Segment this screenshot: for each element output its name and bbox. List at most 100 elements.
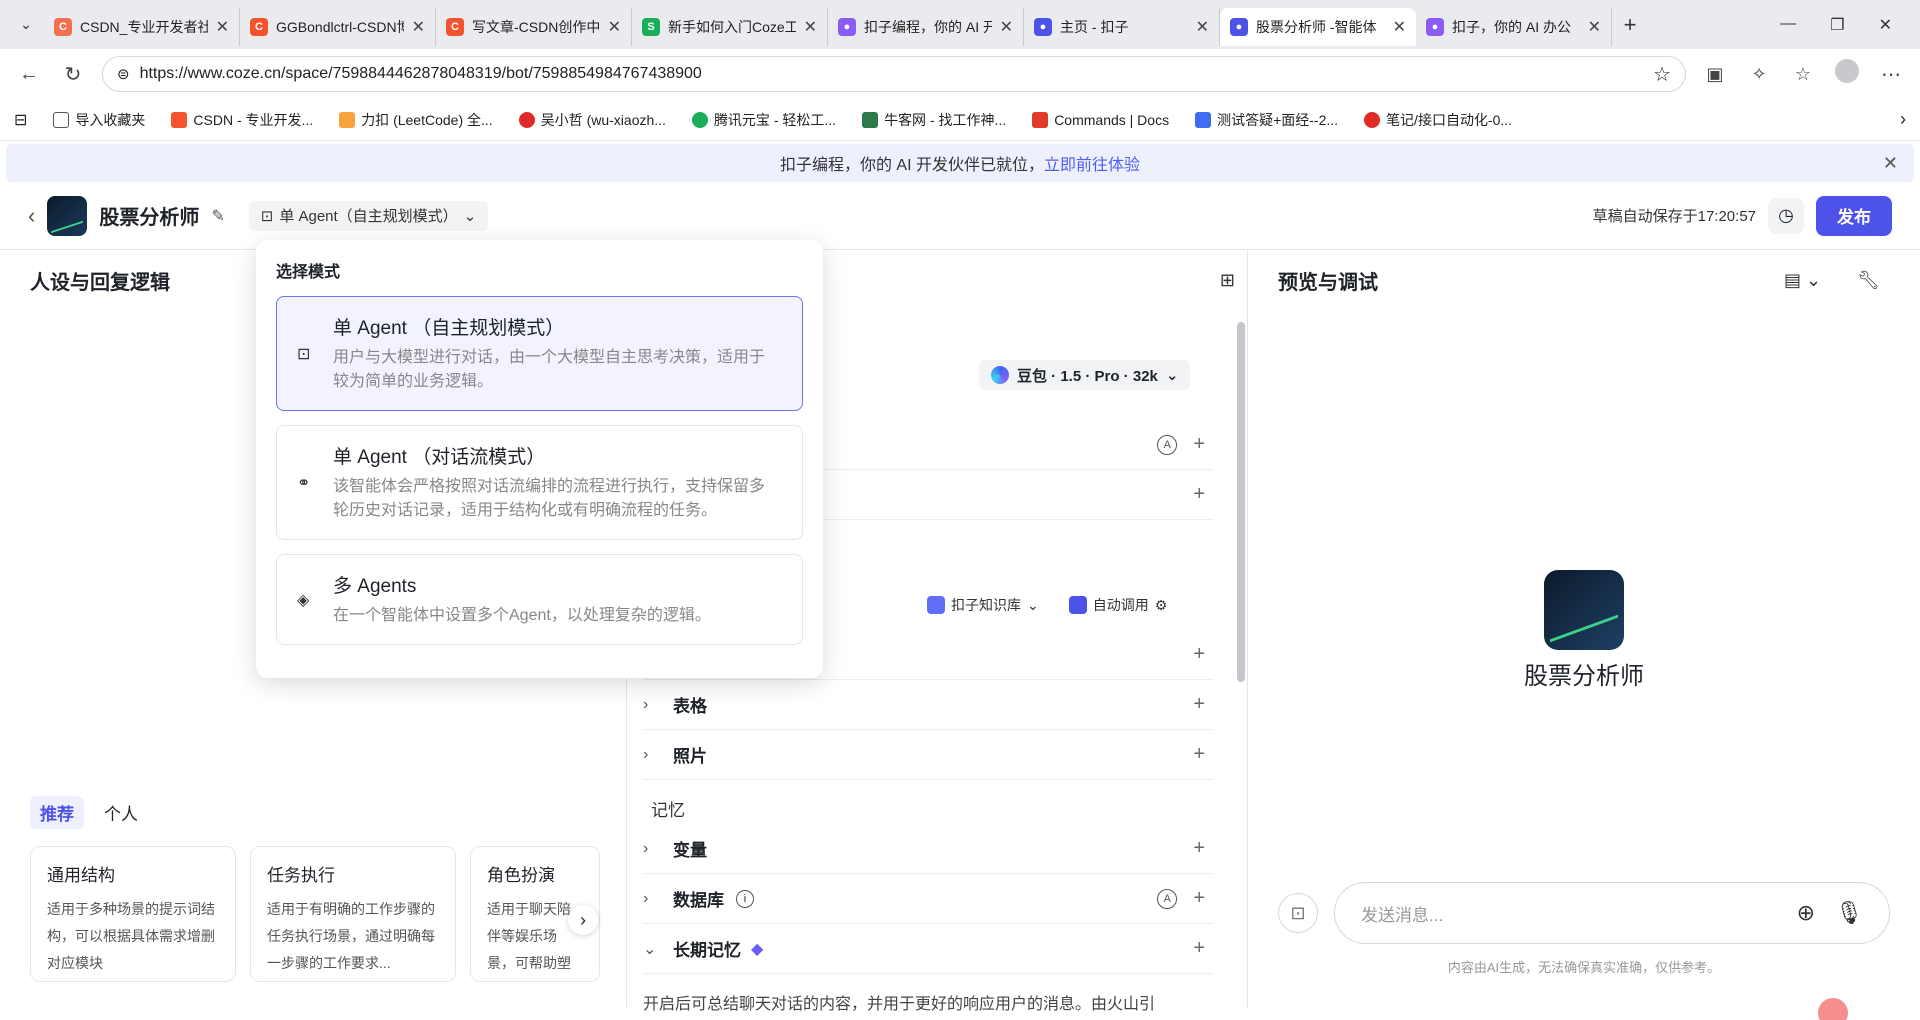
bookmark-item[interactable]: CSDN - 专业开发... bbox=[171, 110, 313, 130]
mode-option-single-agent-flow[interactable]: ⚭ 单 Agent （对话流模式） 该智能体会严格按照对话流编排的流程进行执行，… bbox=[276, 425, 803, 540]
collections-icon[interactable]: ⊟ bbox=[14, 110, 27, 130]
scrollbar[interactable] bbox=[1237, 312, 1245, 1002]
browser-tab[interactable]: ● 扣子，你的 AI 办公 ✕ bbox=[1416, 7, 1612, 46]
auto-icon[interactable]: A bbox=[1157, 888, 1178, 909]
close-tab-icon[interactable]: ✕ bbox=[608, 17, 621, 37]
favorite-star-icon[interactable]: ☆ bbox=[1653, 62, 1671, 87]
preview-bot-card: 股票分析师 bbox=[1248, 570, 1920, 691]
new-tab-plus-icon[interactable]: + bbox=[1612, 7, 1648, 43]
add-circle-icon[interactable]: ⊕ bbox=[1797, 900, 1815, 926]
browser-tab[interactable]: ●扣子编程，你的 AI 开发伙伴✕ bbox=[828, 7, 1024, 46]
microphone-icon[interactable]: 🎙︎ bbox=[1835, 900, 1863, 926]
kb-source-selector[interactable]: 扣子知识库 ⌄ bbox=[927, 595, 1039, 615]
close-tab-icon[interactable]: ✕ bbox=[804, 17, 817, 37]
chat-input[interactable]: 发送消息... ⊕ 🎙︎ bbox=[1334, 882, 1890, 944]
browser-tab[interactable]: CCSDN_专业开发者社区✕ bbox=[44, 7, 240, 46]
browser-tab[interactable]: ● 主页 - 扣子 ✕ bbox=[1024, 7, 1220, 46]
add-plus-icon[interactable]: + bbox=[1193, 433, 1205, 456]
model-selector[interactable]: 豆包 · 1.5 · Pro · 32k ⌄ bbox=[979, 360, 1191, 390]
toolbox-icon[interactable]: ⊡ bbox=[1278, 893, 1318, 933]
tab-personal[interactable]: 个人 bbox=[104, 796, 138, 829]
publish-button[interactable]: 发布 bbox=[1816, 195, 1892, 236]
browser-tab[interactable]: C写文章-CSDN创作中心✕ bbox=[436, 7, 632, 46]
add-plus-icon[interactable]: + bbox=[1193, 743, 1205, 766]
longterm-memory-desc: 开启后可总结聊天对话的内容，并用于更好的响应用户的消息。由火山引 bbox=[643, 996, 1156, 1013]
extension-icon[interactable]: ▣ bbox=[1700, 64, 1730, 85]
wrench-icon[interactable]: 🔧︎ bbox=[1857, 270, 1880, 291]
close-tab-icon[interactable]: ✕ bbox=[1588, 17, 1601, 37]
promo-banner: 扣子编程，你的 AI 开发伙伴已就位， 立即前往体验 ✕ bbox=[6, 144, 1914, 182]
mode-selector[interactable]: ⊡ 单 Agent（自主规划模式） ⌄ bbox=[248, 200, 489, 231]
scrollbar-thumb[interactable] bbox=[1237, 322, 1245, 682]
bookmark-item[interactable]: 笔记/接口自动化-0... bbox=[1364, 110, 1512, 130]
auto-icon[interactable]: A bbox=[1157, 434, 1178, 455]
close-window-icon[interactable]: ✕ bbox=[1879, 15, 1892, 35]
info-icon[interactable]: i bbox=[736, 889, 754, 908]
add-plus-icon[interactable]: + bbox=[1193, 887, 1205, 910]
site-info-icon[interactable]: ⊜ bbox=[117, 65, 130, 83]
close-tab-icon[interactable]: ✕ bbox=[412, 17, 425, 37]
puzzle-icon[interactable]: ✧ bbox=[1744, 64, 1774, 85]
add-plus-icon[interactable]: + bbox=[1193, 483, 1205, 506]
csdn-icon: C bbox=[250, 17, 268, 36]
maximize-icon[interactable]: ❐ bbox=[1830, 15, 1844, 35]
close-icon[interactable]: ✕ bbox=[1883, 153, 1898, 174]
yuanbao-icon bbox=[691, 111, 708, 128]
minimize-icon[interactable]: — bbox=[1780, 15, 1796, 35]
banner-link[interactable]: 立即前往体验 bbox=[1044, 151, 1140, 175]
profile-avatar-icon[interactable] bbox=[1832, 59, 1862, 89]
tab-list-chevron-icon[interactable]: ⌄ bbox=[8, 7, 44, 43]
template-card[interactable]: 任务执行 适用于有明确的工作步骤的任务执行场景，通过明确每一步骤的工作要求... bbox=[250, 846, 456, 982]
back-arrow-icon[interactable]: ← bbox=[14, 63, 44, 86]
layout-grid-icon[interactable]: ⊞ bbox=[1220, 270, 1235, 291]
bookmark-item[interactable]: 吴小哲 (wu-xiaozh... bbox=[518, 110, 666, 130]
back-chevron-icon[interactable]: ‹ bbox=[28, 203, 35, 229]
url-field[interactable]: ⊜ https://www.coze.cn/space/759884446287… bbox=[102, 56, 1686, 92]
bookmark-item[interactable]: 牛客网 - 找工作神... bbox=[862, 110, 1006, 130]
bookmark-item[interactable]: 测试答疑+面经--2... bbox=[1195, 110, 1338, 130]
close-tab-icon[interactable]: ✕ bbox=[1196, 17, 1209, 37]
close-tab-icon[interactable]: ✕ bbox=[1393, 17, 1406, 37]
memory-row-database[interactable]: › 数据库 i A + bbox=[643, 874, 1213, 924]
mode-option-single-agent-auto[interactable]: ⊡ 单 Agent （自主规划模式） 用户与大模型进行对话，由一个大模型自主思考… bbox=[276, 296, 803, 411]
skill-row-table[interactable]: › 表格 + bbox=[643, 680, 1213, 730]
knowledge-base-icon bbox=[927, 596, 945, 614]
bot-name: 股票分析师 bbox=[99, 207, 200, 229]
browser-tab-active[interactable]: ● 股票分析师 -智能体 ✕ bbox=[1220, 7, 1416, 46]
tab-recommended[interactable]: 推荐 bbox=[30, 796, 84, 829]
window-controls: — ❐ ✕ bbox=[1780, 15, 1912, 35]
add-plus-icon[interactable]: + bbox=[1193, 643, 1205, 666]
favorites-icon[interactable]: ☆ bbox=[1788, 64, 1818, 85]
coze-icon: ● bbox=[1426, 17, 1444, 36]
browser-tab[interactable]: S新手如何入门Coze工作流✕ bbox=[632, 7, 828, 46]
debug-settings-icon[interactable]: ▤ ⌄ bbox=[1784, 270, 1821, 291]
reload-icon[interactable]: ↻ bbox=[58, 62, 88, 87]
bookmark-item[interactable]: 腾讯元宝 - 轻松工... bbox=[691, 110, 836, 130]
template-card[interactable]: 通用结构 适用于多种场景的提示词结构，可以根据具体需求增删对应模块 bbox=[30, 846, 236, 982]
auto-call-setting[interactable]: 自动调用 ⚙ bbox=[1068, 595, 1167, 615]
browser-tab[interactable]: CGGBondlctrl-CSDN博客✕ bbox=[240, 7, 436, 46]
bookmark-site-icon bbox=[518, 111, 535, 128]
close-tab-icon[interactable]: ✕ bbox=[216, 17, 229, 37]
add-plus-icon[interactable]: + bbox=[1193, 937, 1205, 960]
edit-icon[interactable]: ✎ bbox=[211, 206, 224, 226]
add-plus-icon[interactable]: + bbox=[1193, 837, 1205, 860]
chevron-right-icon: › bbox=[643, 889, 649, 907]
bookmark-item[interactable]: 力扣 (LeetCode) 全... bbox=[339, 110, 493, 130]
memory-row-variables[interactable]: › 变量 + bbox=[643, 824, 1213, 874]
banner-text: 扣子编程，你的 AI 开发伙伴已就位， bbox=[779, 157, 1044, 174]
add-plus-icon[interactable]: + bbox=[1193, 693, 1205, 716]
mode-option-multi-agents[interactable]: ◈ 多 Agents 在一个智能体中设置多个Agent，以处理复杂的逻辑。 bbox=[276, 554, 803, 645]
robot-icon bbox=[1068, 596, 1087, 614]
more-menu-icon[interactable]: ⋯ bbox=[1876, 62, 1906, 87]
close-tab-icon[interactable]: ✕ bbox=[1000, 17, 1013, 37]
assistant-float-icon[interactable] bbox=[1818, 998, 1848, 1020]
coze-icon: ● bbox=[1230, 17, 1248, 36]
bookmark-item[interactable]: Commands | Docs bbox=[1032, 111, 1169, 128]
skill-row-photo[interactable]: › 照片 + bbox=[643, 730, 1213, 780]
chevron-right-icon[interactable]: › bbox=[1900, 109, 1906, 130]
history-icon[interactable]: ◷ bbox=[1768, 197, 1804, 234]
memory-row-longterm[interactable]: ⌄ 长期记忆 ◆ + bbox=[643, 924, 1213, 974]
next-arrow-icon[interactable]: › bbox=[568, 905, 598, 935]
bookmark-item[interactable]: 导入收藏夹 bbox=[53, 110, 145, 130]
